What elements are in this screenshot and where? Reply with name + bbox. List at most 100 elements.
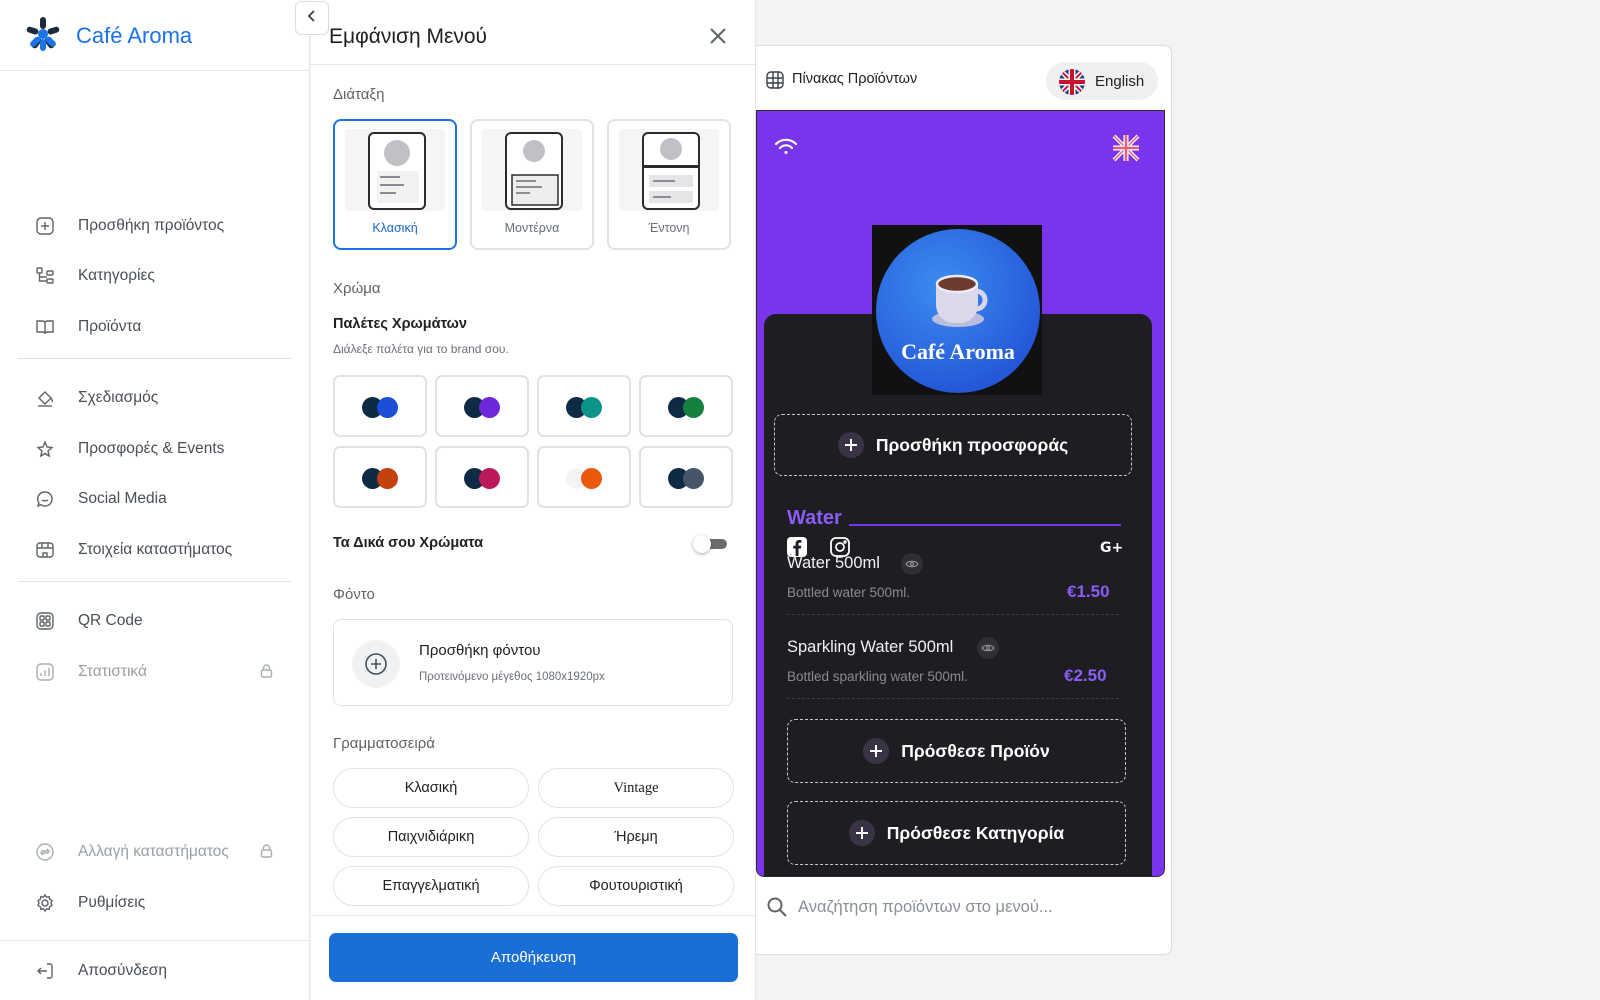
close-button[interactable] (706, 24, 730, 48)
menu-item-price: €2.50 (1064, 666, 1107, 685)
add-category-button[interactable]: Πρόσθεσε Κατηγορία (787, 801, 1126, 865)
panel-header: Εμφάνιση Μενού (311, 0, 756, 65)
search-placeholder: Αναζήτηση προϊόντων στο μενού... (798, 898, 1053, 916)
logo-text: Café Aroma (901, 339, 1015, 364)
collapse-panel-button[interactable] (295, 1, 329, 35)
font-option-futuristic[interactable]: Φουτουριστική (538, 866, 734, 906)
gear-icon (34, 892, 56, 914)
palette-color-accent (377, 397, 398, 418)
font-option-playful[interactable]: Παιχνιδιάρικη (333, 817, 529, 857)
switch-icon (34, 841, 56, 863)
language-switcher[interactable]: English (1046, 62, 1158, 100)
chart-icon (34, 661, 56, 683)
add-background-description: Προτεινόμενο μέγεθος 1080x1920px (419, 671, 605, 683)
panel-footer-separator (311, 915, 756, 916)
font-option-professional[interactable]: Επαγγελματική (333, 866, 529, 906)
sidebar-item-label: Προσφορές & Events (78, 440, 225, 457)
sidebar-item-add-product[interactable]: Προσθήκη προϊόντος (34, 208, 294, 244)
palette-option[interactable] (435, 375, 529, 437)
palettes-description: Διάλεξε παλέτα για το brand σου. (333, 342, 509, 356)
palette-color-accent (377, 468, 398, 489)
store-logo: Café Aroma (872, 225, 1042, 395)
palette-color-accent (581, 397, 602, 418)
menu-item-price: €1.50 (1067, 582, 1110, 601)
toggle-knob (693, 535, 711, 553)
add-background-button[interactable]: Προσθήκη φόντου Προτεινόμενο μέγεθος 108… (333, 619, 733, 706)
font-option-vintage[interactable]: Vintage (538, 768, 734, 808)
sidebar-item-logout[interactable]: Αποσύνδεση (34, 953, 294, 989)
phone-preview: G+ Προσθήκη προσφοράς Water Water 500ml … (756, 110, 1165, 877)
sidebar-item-offers-events[interactable]: Προσφορές & Events (34, 431, 294, 467)
sidebar-item-products[interactable]: Προϊόντα (34, 309, 294, 345)
menu-preview: Πίνακας Προϊόντων English G+ Προσθήκη πρ… (756, 45, 1172, 955)
font-section-label: Γραμματοσειρά (333, 735, 435, 752)
palette-option[interactable] (537, 446, 631, 508)
item-divider (787, 614, 1119, 615)
add-product-button[interactable]: Πρόσθεσε Προϊόν (787, 719, 1126, 783)
add-category-label: Πρόσθεσε Κατηγορία (886, 822, 1065, 843)
layout-option-modern[interactable]: Μοντέρνα (470, 119, 594, 250)
palette-option[interactable] (639, 375, 733, 437)
background-section-label: Φόντο (333, 586, 375, 603)
sidebar-item-qr-code[interactable]: QR Code (34, 603, 294, 639)
palettes-title: Παλέτες Χρωμάτων (333, 316, 467, 332)
sidebar-item-label: Ρυθμίσεις (78, 894, 146, 911)
product-board-label: Πίνακας Προϊόντων (792, 71, 918, 87)
add-offer-button[interactable]: Προσθήκη προσφοράς (774, 414, 1132, 476)
sidebar-item-store-info[interactable]: Στοιχεία καταστήματος (34, 532, 294, 568)
color-section-label: Χρώμα (333, 280, 381, 297)
plus-icon (837, 432, 864, 458)
layout-option-classic[interactable]: Κλασική (333, 119, 457, 250)
menu-item-name[interactable]: Sparkling Water 500ml (787, 638, 953, 657)
palette-option[interactable] (537, 375, 631, 437)
palette-option[interactable] (435, 446, 529, 508)
google-plus-icon[interactable]: G+ (1099, 536, 1125, 558)
menu-item-name[interactable]: Water 500ml (787, 554, 880, 573)
layout-option-bold[interactable]: Έντονη (607, 119, 731, 250)
sidebar-item-label: Social Media (78, 490, 167, 507)
brand-logo-icon (24, 15, 62, 58)
layout-section-label: Διάταξη (333, 86, 385, 103)
sidebar-item-switch-store[interactable]: Αλλαγή καταστήματος (34, 834, 294, 870)
category-underline (849, 524, 1121, 526)
eye-icon[interactable] (901, 553, 923, 575)
item-divider (787, 698, 1119, 699)
chevron-left-icon (306, 9, 318, 27)
uk-flag-icon (1058, 68, 1086, 101)
add-offer-label: Προσθήκη προσφοράς (875, 434, 1069, 455)
qr-code-icon (34, 610, 56, 632)
sidebar-item-social-media[interactable]: Social Media (34, 481, 294, 517)
palette-option[interactable] (333, 375, 427, 437)
custom-colors-toggle[interactable] (693, 535, 729, 553)
sidebar-item-label: Προϊόντα (78, 318, 142, 335)
uk-flag-icon[interactable] (1112, 134, 1140, 167)
font-option-calm[interactable]: Ήρεμη (538, 817, 734, 857)
brand[interactable]: Café Aroma (24, 14, 192, 58)
sparkle-star-icon (34, 438, 56, 460)
globe-grid-icon (765, 70, 785, 95)
sidebar: Café Aroma Προσθήκη προϊόντος Κατηγορίες… (0, 0, 310, 1000)
chat-bubble-icon (34, 488, 56, 510)
lock-icon (260, 844, 273, 863)
brand-name: Café Aroma (76, 23, 193, 48)
sidebar-item-statistics[interactable]: Στατιστικά (34, 654, 294, 690)
sidebar-separator (18, 581, 292, 582)
sidebar-item-categories[interactable]: Κατηγορίες (34, 258, 294, 294)
wifi-icon (774, 137, 798, 162)
menu-appearance-panel: Εμφάνιση Μενού Διάταξη Κλασική Μοντέρνα … (311, 0, 756, 1000)
save-button[interactable]: Αποθήκευση (329, 933, 738, 982)
palette-option[interactable] (639, 446, 733, 508)
eye-icon[interactable] (977, 637, 999, 659)
layout-option-label: Κλασική (372, 221, 418, 235)
sidebar-item-settings[interactable]: Ρυθμίσεις (34, 885, 294, 921)
add-background-title: Προσθήκη φόντου (419, 642, 541, 659)
coffee-cup-icon (932, 274, 988, 327)
font-option-classic[interactable]: Κλασική (333, 768, 529, 808)
menu-item-description: Bottled sparkling water 500ml. (787, 669, 968, 684)
close-icon (706, 28, 730, 52)
palette-color-accent (479, 397, 500, 418)
palette-option[interactable] (333, 446, 427, 508)
plus-square-icon (34, 215, 56, 237)
menu-search-bar[interactable]: Αναζήτηση προϊόντων στο μενού... (756, 888, 1172, 928)
sidebar-item-design[interactable]: Σχεδιασμός (34, 380, 294, 416)
